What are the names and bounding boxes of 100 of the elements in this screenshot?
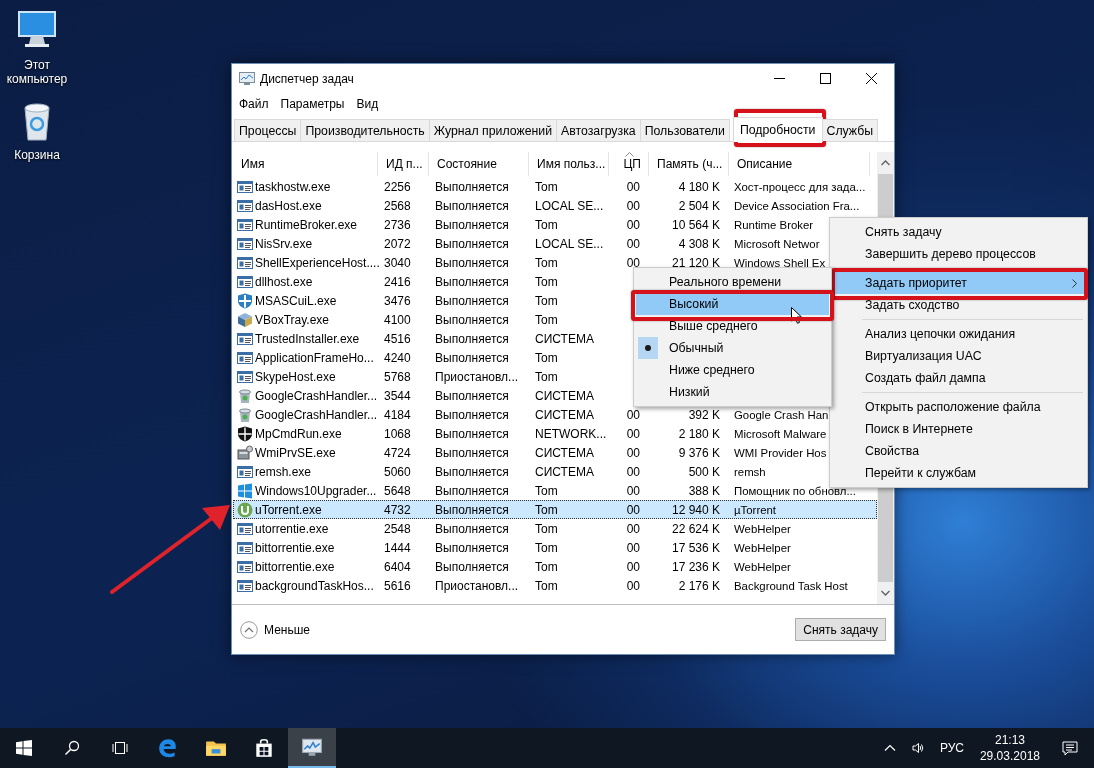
table-cell-text: Выполняется — [434, 559, 510, 574]
table-cell-text: СИСТЕМА — [534, 331, 595, 346]
table-cell-text: 1068 — [383, 426, 412, 441]
table-cell-text: Помощник по обновл... — [733, 484, 857, 497]
table-cell-text: 4724 — [383, 445, 412, 460]
table-cell-text: µTorrent — [733, 503, 777, 516]
table-cell-text: 1444 — [383, 540, 412, 555]
table-cell-text: СИСТЕМА — [534, 464, 595, 479]
table-cell-text: WebHelper — [733, 560, 792, 573]
table-cell-text: 4 308 K — [677, 236, 721, 251]
table-cell-text: Tom — [534, 502, 559, 517]
table-cell-text: Tom — [534, 578, 559, 593]
table-cell-text: Google Crash Han — [733, 408, 830, 421]
table-cell-text: Background Task Host — [733, 579, 849, 592]
table-cell-text: 2 504 K — [677, 198, 721, 213]
table-cell-text: 00 — [625, 445, 641, 460]
table-cell-text: 6404 — [383, 559, 412, 574]
table-cell-text: СИСТЕМА — [534, 388, 595, 403]
table-cell-text: 00 — [625, 540, 641, 555]
table-cell-text: Tom — [534, 559, 559, 574]
window-title: Диспетчер задач — [260, 71, 355, 86]
table-cell-text: Tom — [534, 293, 559, 308]
table-cell-text: 500 K — [687, 464, 721, 479]
table-cell-text: 3476 — [383, 293, 412, 308]
table-cell-text: 00 — [625, 407, 641, 422]
table-cell-text: 00 — [625, 578, 641, 593]
table-cell-text: 4240 — [383, 350, 412, 365]
table-cell-text: Tom — [534, 540, 559, 555]
table-cell-text: Выполняется — [434, 388, 510, 403]
table-cell-text: 00 — [625, 464, 641, 479]
table-cell-text: Выполняется — [434, 274, 510, 289]
table-cell-text: 392 K — [687, 407, 721, 422]
table-cell-text: Выполняется — [434, 502, 510, 517]
table-cell-text: Tom — [534, 217, 559, 232]
table-cell-text: 9 376 K — [677, 445, 721, 460]
table-cell-text: Выполняется — [434, 236, 510, 251]
table-cell-text: 4184 — [383, 407, 412, 422]
table-cell-text: 4516 — [383, 331, 412, 346]
table-cell-text: Device Association Fra... — [733, 199, 861, 212]
table-cell-text: Выполняется — [434, 407, 510, 422]
table-cell-text: Tom — [534, 274, 559, 289]
table-cell-text: 2416 — [383, 274, 412, 289]
table-cell-text: 2 180 K — [677, 426, 721, 441]
table-cell-text: 10 564 K — [670, 217, 721, 232]
table-cell-text: 3544 — [383, 388, 412, 403]
table-cell-text: 17 536 K — [670, 540, 721, 555]
table-cell-text: Microsoft Networ — [733, 237, 821, 250]
table-cell-text: LOCAL SE... — [534, 198, 605, 213]
table-cell-text: 00 — [625, 521, 641, 536]
table-cell-text: Tom — [534, 179, 559, 194]
table-cell-text: Выполняется — [434, 217, 510, 232]
table-cell-text: Tom — [534, 350, 559, 365]
table-cell-text: 22 624 K — [670, 521, 721, 536]
table-cell-text: 5616 — [383, 578, 412, 593]
table-cell-text: NETWORK... — [534, 426, 608, 441]
table-cell-text: Выполняется — [434, 312, 510, 327]
table-cell-text: 2256 — [383, 179, 412, 194]
table-cell-text: 2548 — [383, 521, 412, 536]
table-cell-text: 00 — [625, 179, 641, 194]
table-cell-text: 00 — [625, 198, 641, 213]
table-cell-text: Microsoft Malware — [733, 427, 828, 440]
table-cell-text: Tom — [534, 369, 559, 384]
table-cell-text: 2072 — [383, 236, 412, 251]
table-cell-text: Выполняется — [434, 521, 510, 536]
table-cell-text: WebHelper — [733, 522, 792, 535]
table-cell-text: 00 — [625, 502, 641, 517]
table-cell-text: СИСТЕМА — [534, 445, 595, 460]
table-cell-text: Выполняется — [434, 255, 510, 270]
table-cell-text: 3040 — [383, 255, 412, 270]
table-cell-text: СИСТЕМА — [534, 407, 595, 422]
table-cell-text: Tom — [534, 483, 559, 498]
desktop-icon-label: Этот компьютер — [5, 58, 69, 86]
table-cell-text: 2 176 K — [677, 578, 721, 593]
table-cell-text: 00 — [625, 426, 641, 441]
table-cell-text: 4732 — [383, 502, 412, 517]
table-cell-text: 00 — [625, 255, 641, 270]
table-cell-text: Выполняется — [434, 179, 510, 194]
table-cell-text: 4100 — [383, 312, 412, 327]
table-cell-text: Выполняется — [434, 293, 510, 308]
table-cell-text: WebHelper — [733, 541, 792, 554]
table-cell-text: 12 940 K — [670, 502, 721, 517]
table-cell-text: 388 K — [687, 483, 721, 498]
table-cell-text: 2736 — [383, 217, 412, 232]
table-cell-text: 17 236 K — [670, 559, 721, 574]
table-cell-text: Приостановл... — [434, 578, 520, 593]
table-cell-text: 2568 — [383, 198, 412, 213]
table-cell-text: Выполняется — [434, 540, 510, 555]
table-cell-text: Выполняется — [434, 445, 510, 460]
table-cell-text: 00 — [625, 559, 641, 574]
table-cell-text: Windows Shell Ex — [733, 256, 827, 269]
table-cell-text: 4 180 K — [677, 179, 721, 194]
table-cell-text: Выполняется — [434, 426, 510, 441]
table-cell-text: Tom — [534, 312, 559, 327]
desktop-icon-label: Корзина — [13, 148, 61, 162]
table-cell-text: 00 — [625, 483, 641, 498]
table-cell-text: 5768 — [383, 369, 412, 384]
table-cell-text: Выполняется — [434, 331, 510, 346]
table-cell-text: Tom — [534, 255, 559, 270]
table-cell-text: 5060 — [383, 464, 412, 479]
table-cell-text: 21 120 K — [670, 255, 721, 270]
